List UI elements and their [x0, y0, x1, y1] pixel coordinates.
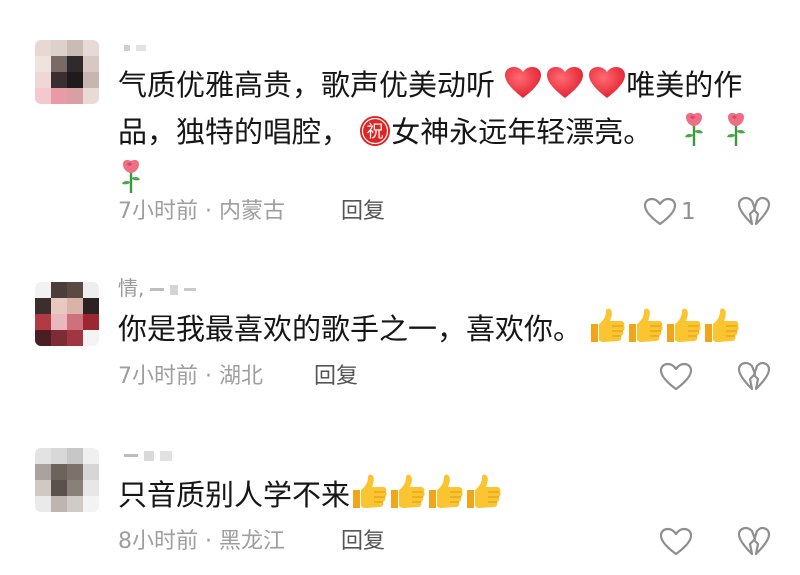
- comment-text: 气质优雅高贵，歌声优美动听 唯美的作品，独特的唱腔， 祝 女神永远年轻漂亮。: [118, 64, 758, 205]
- thumbs-up-icon: [588, 308, 626, 355]
- comment-text-part: 气质优雅高贵，歌声优美动听: [118, 68, 496, 102]
- comment-time: 8小时前: [118, 529, 198, 554]
- username[interactable]: [118, 36, 146, 56]
- thumbs-up-icon: [350, 474, 388, 521]
- red-heart-icon: [504, 66, 542, 111]
- rose-icon: [681, 111, 707, 158]
- username-blur: [184, 288, 197, 291]
- comment-text: 只音质别人学不来: [118, 474, 758, 521]
- reply-button[interactable]: 回复: [341, 197, 385, 227]
- dislike-button[interactable]: [737, 361, 771, 393]
- comment-text: 你是我最喜欢的歌手之一，喜欢你。: [118, 308, 758, 355]
- avatar[interactable]: [35, 282, 99, 346]
- username[interactable]: [118, 444, 172, 464]
- dislike-button[interactable]: [737, 196, 771, 228]
- comment-location: 湖北: [219, 364, 264, 389]
- like-button[interactable]: 1: [643, 196, 696, 228]
- red-heart-icon: [588, 66, 626, 111]
- username-blur: [124, 454, 138, 457]
- thumbs-up-icon: [426, 474, 464, 521]
- thumbs-up-icon: [464, 474, 502, 521]
- avatar[interactable]: [35, 448, 99, 512]
- comment-text-part: 女神永远年轻漂亮。: [391, 115, 653, 149]
- broken-heart-icon: [737, 196, 771, 226]
- username-blur: [170, 284, 179, 295]
- like-button[interactable]: [659, 526, 697, 558]
- like-count: 1: [681, 199, 696, 225]
- comment-text-part: 你是我最喜欢的歌手之一，喜欢你。: [118, 312, 583, 346]
- username-blur: [150, 288, 165, 291]
- thumbs-up-icon: [702, 308, 740, 355]
- username-blur: [136, 44, 146, 51]
- comment-text-part: 只音质别人学不来: [118, 478, 351, 512]
- thumbs-up-icon: [626, 308, 664, 355]
- comment-meta: 7小时前 · 湖北: [118, 362, 263, 392]
- username-blur: [124, 44, 130, 51]
- username-text: 情,: [118, 276, 145, 300]
- thumbs-up-icon: [664, 308, 702, 355]
- meta-separator: ·: [205, 364, 212, 389]
- comment-meta: 7小时前 · 内蒙古: [118, 197, 285, 227]
- broken-heart-icon: [737, 526, 771, 556]
- meta-separator: ·: [205, 199, 212, 224]
- comment-location: 黑龙江: [219, 529, 286, 554]
- comment-meta: 8小时前 · 黑龙江: [118, 527, 285, 557]
- reply-button[interactable]: 回复: [314, 362, 358, 392]
- blessing-badge-icon: 祝: [359, 115, 391, 158]
- username[interactable]: 情,: [118, 276, 197, 300]
- reply-button[interactable]: 回复: [341, 527, 385, 557]
- like-button[interactable]: [659, 361, 697, 393]
- blessing-badge-char: 祝: [367, 122, 384, 142]
- avatar[interactable]: [35, 40, 99, 104]
- comment-time: 7小时前: [118, 199, 198, 224]
- rose-icon: [723, 111, 749, 158]
- heart-outline-icon: [659, 527, 693, 556]
- thumbs-up-icon: [388, 474, 426, 521]
- heart-outline-icon: [659, 362, 693, 391]
- username-blur: [144, 450, 154, 461]
- comment-time: 7小时前: [118, 364, 198, 389]
- dislike-button[interactable]: [737, 526, 771, 558]
- heart-outline-icon: [643, 197, 677, 226]
- comment-location: 内蒙古: [219, 199, 286, 224]
- red-heart-icon: [546, 66, 584, 111]
- meta-separator: ·: [205, 529, 212, 554]
- username-blur: [160, 450, 172, 461]
- broken-heart-icon: [737, 361, 771, 391]
